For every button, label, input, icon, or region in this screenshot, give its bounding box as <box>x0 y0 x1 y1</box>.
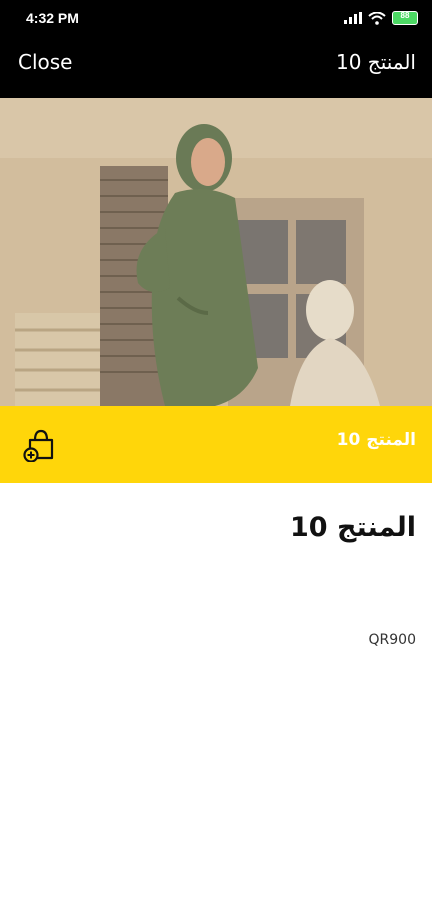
status-time: 4:32 PM <box>26 10 79 26</box>
product-photo <box>0 98 432 406</box>
product-image <box>0 98 432 406</box>
signal-icon <box>344 12 362 24</box>
product-name: المنتج 10 <box>290 512 416 543</box>
wifi-icon <box>368 11 386 25</box>
bar-product-title: المنتج 10 <box>336 430 416 450</box>
page-title: المنتج 10 <box>335 50 416 74</box>
header: Close المنتج 10 <box>0 36 432 98</box>
status-icons: 88 <box>344 10 418 26</box>
status-bar: 4:32 PM 88 <box>0 0 432 36</box>
add-to-cart-icon[interactable] <box>22 426 58 462</box>
battery-icon: 88 <box>392 11 418 25</box>
product-price: QR900 <box>368 632 416 648</box>
battery-level: 88 <box>400 11 410 20</box>
product-action-bar: المنتج 10 <box>0 406 432 483</box>
close-button[interactable]: Close <box>18 50 72 74</box>
